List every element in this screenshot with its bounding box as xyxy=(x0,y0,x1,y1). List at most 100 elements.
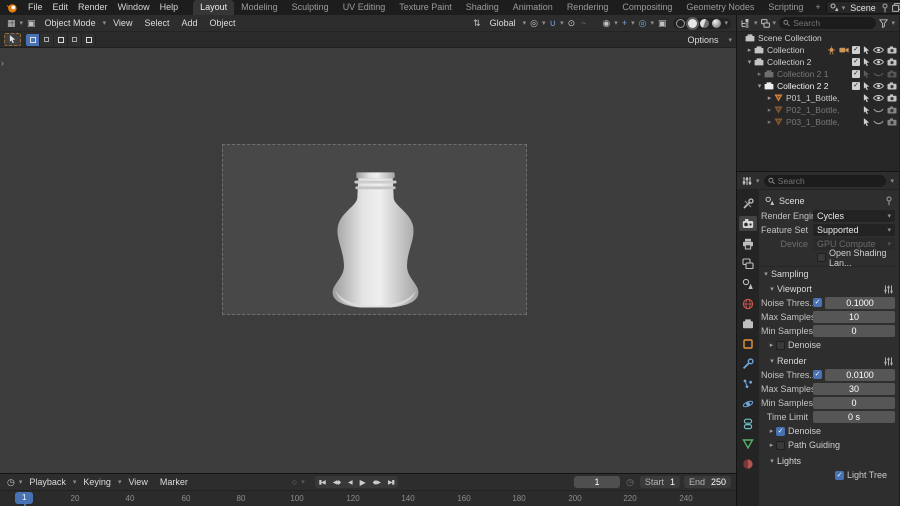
outliner-row-collection-2-1[interactable]: ▸ Collection 2 1 ✓ xyxy=(737,68,899,80)
outliner-item-label[interactable]: P02_1_Bottle, xyxy=(786,105,839,115)
preset-sliders-icon[interactable] xyxy=(884,357,893,366)
tab-animation[interactable]: Animation xyxy=(506,0,560,15)
camera-frame[interactable] xyxy=(222,144,527,315)
outliner-row-p03-bottle[interactable]: ▸ P03_1_Bottle, xyxy=(737,116,899,128)
tab-uv-editing[interactable]: UV Editing xyxy=(336,0,393,15)
active-tool-button[interactable] xyxy=(4,33,21,46)
add-workspace-button[interactable]: + xyxy=(810,0,825,15)
editor-type-timeline-icon[interactable]: ◷ xyxy=(5,477,17,488)
outliner-item-label[interactable]: Collection xyxy=(767,45,804,55)
current-frame-badge[interactable]: 1 xyxy=(15,492,34,504)
menu-marker[interactable]: Marker xyxy=(155,477,193,487)
pivot-point-icon[interactable]: ◎ xyxy=(528,18,540,29)
vp-denoise-row[interactable]: ▸ Denoise xyxy=(767,338,895,352)
sampling-viewport-header[interactable]: ▾ Viewport xyxy=(767,282,895,296)
shading-solid-icon[interactable] xyxy=(688,18,698,28)
sampling-panel-header[interactable]: ▾ Sampling xyxy=(761,266,895,280)
scene-name[interactable]: Scene xyxy=(848,3,878,13)
menu-view[interactable]: View xyxy=(108,18,137,28)
tab-modifiers[interactable] xyxy=(739,356,757,371)
tab-shading[interactable]: Shading xyxy=(459,0,506,15)
tab-physics[interactable] xyxy=(739,396,757,411)
collection-checkbox[interactable]: ✓ xyxy=(852,58,860,66)
show-gizmo-icon[interactable]: + xyxy=(620,18,629,28)
camera-visibility-icon[interactable] xyxy=(887,82,897,90)
eye-closed-icon[interactable] xyxy=(873,118,884,126)
snap-magnet-icon[interactable]: ∪ xyxy=(548,18,559,29)
vp-noise-checkbox[interactable]: ✓ xyxy=(813,298,822,307)
eye-icon[interactable] xyxy=(873,82,884,90)
xray-toggle-icon[interactable]: ▣ xyxy=(656,18,669,29)
filter-id-type-icon[interactable] xyxy=(760,18,770,28)
expand-icon[interactable]: ▸ xyxy=(755,70,764,78)
selectable-pointer-icon[interactable] xyxy=(863,81,870,91)
r-denoise-row[interactable]: ▸ ✓ Denoise xyxy=(767,424,895,438)
play-reverse-button[interactable]: ◀ xyxy=(344,479,356,486)
menu-file[interactable]: File xyxy=(23,0,48,15)
tab-scripting[interactable]: Scripting xyxy=(761,0,810,15)
camera-visibility-icon[interactable] xyxy=(887,70,897,78)
timeline-ruler[interactable]: 20 40 60 80 100 120 140 160 180 200 220 … xyxy=(0,490,736,506)
expand-icon[interactable]: ▸ xyxy=(765,106,774,114)
filter-funnel-icon[interactable] xyxy=(879,18,889,28)
viewport-3d[interactable]: › xyxy=(0,48,736,473)
selectable-pointer-icon[interactable] xyxy=(863,93,870,103)
camera-visibility-icon[interactable] xyxy=(887,106,897,114)
select-mode-extend-button[interactable] xyxy=(40,33,54,46)
tab-render[interactable] xyxy=(739,216,757,231)
frame-start-field[interactable]: Start 1 xyxy=(639,476,680,488)
eye-closed-icon[interactable] xyxy=(873,70,884,78)
editor-type-properties-icon[interactable] xyxy=(742,176,752,186)
menu-view-timeline[interactable]: View xyxy=(123,477,152,487)
properties-search-input[interactable] xyxy=(777,175,883,186)
selectable-pointer-icon[interactable] xyxy=(863,69,870,79)
show-object-types-icon[interactable]: ◉ xyxy=(600,18,612,29)
mode-selector[interactable]: Object Mode xyxy=(40,18,101,28)
r-time-limit-field[interactable]: 0 s xyxy=(813,410,895,423)
preview-range-stopwatch-icon[interactable]: ◷ xyxy=(624,477,636,488)
camera-visibility-icon[interactable] xyxy=(887,46,897,54)
tab-compositing[interactable]: Compositing xyxy=(615,0,679,15)
selectable-pointer-icon[interactable] xyxy=(863,105,870,115)
outliner-row-scene-collection[interactable]: Scene Collection xyxy=(737,32,899,44)
light-tree-row[interactable]: ✓ Light Tree xyxy=(835,468,895,482)
falloff-icon[interactable]: ~ xyxy=(579,18,588,28)
new-scene-icon[interactable] xyxy=(891,3,900,12)
properties-search[interactable] xyxy=(763,174,887,187)
select-mode-new-button[interactable] xyxy=(26,33,40,46)
transform-orientation-selector[interactable]: Global xyxy=(485,18,521,28)
sampling-render-header[interactable]: ▾ Render xyxy=(767,354,895,368)
menu-keying[interactable]: Keying xyxy=(78,477,116,487)
r-noise-value-field[interactable]: 0.0100 xyxy=(825,368,895,381)
collection-checkbox[interactable]: ✓ xyxy=(852,82,860,90)
toolbar-expand-arrow[interactable]: › xyxy=(1,58,4,68)
selectable-pointer-icon[interactable] xyxy=(863,45,870,55)
r-max-samples-field[interactable]: 30 xyxy=(813,382,895,395)
eye-icon[interactable] xyxy=(873,58,884,66)
frame-end-field[interactable]: End 250 xyxy=(683,476,731,488)
pin-icon[interactable] xyxy=(885,196,893,206)
outliner-item-label[interactable]: Scene Collection xyxy=(758,33,822,43)
expand-icon[interactable]: ▾ xyxy=(745,58,754,66)
tab-layout[interactable]: Layout xyxy=(193,0,235,15)
path-guiding-checkbox[interactable] xyxy=(776,440,785,450)
menu-render[interactable]: Render xyxy=(73,0,113,15)
r-denoise-checkbox[interactable]: ✓ xyxy=(776,426,785,436)
next-keyframe-button[interactable]: ◆▶ xyxy=(369,479,384,486)
selectable-pointer-icon[interactable] xyxy=(863,117,870,127)
chevron-down-icon[interactable]: ▾ xyxy=(890,177,894,185)
outliner-row-p02-bottle[interactable]: ▸ P02_1_Bottle, xyxy=(737,104,899,116)
blender-logo-icon[interactable] xyxy=(6,2,17,13)
camera-visibility-icon[interactable] xyxy=(887,58,897,66)
tab-tool[interactable] xyxy=(739,196,757,211)
select-mode-intersect-button[interactable] xyxy=(82,33,96,46)
outliner-item-label[interactable]: P03_1_Bottle, xyxy=(786,117,839,127)
shading-rendered-icon[interactable] xyxy=(712,18,722,28)
tab-collection[interactable] xyxy=(739,316,757,331)
auto-keying-record-button[interactable]: ○ xyxy=(290,477,299,487)
tab-object[interactable] xyxy=(739,336,757,351)
eye-closed-icon[interactable] xyxy=(873,106,884,114)
selectable-pointer-icon[interactable] xyxy=(863,57,870,67)
eye-icon[interactable] xyxy=(873,94,884,102)
vp-noise-value-field[interactable]: 0.1000 xyxy=(825,296,895,309)
